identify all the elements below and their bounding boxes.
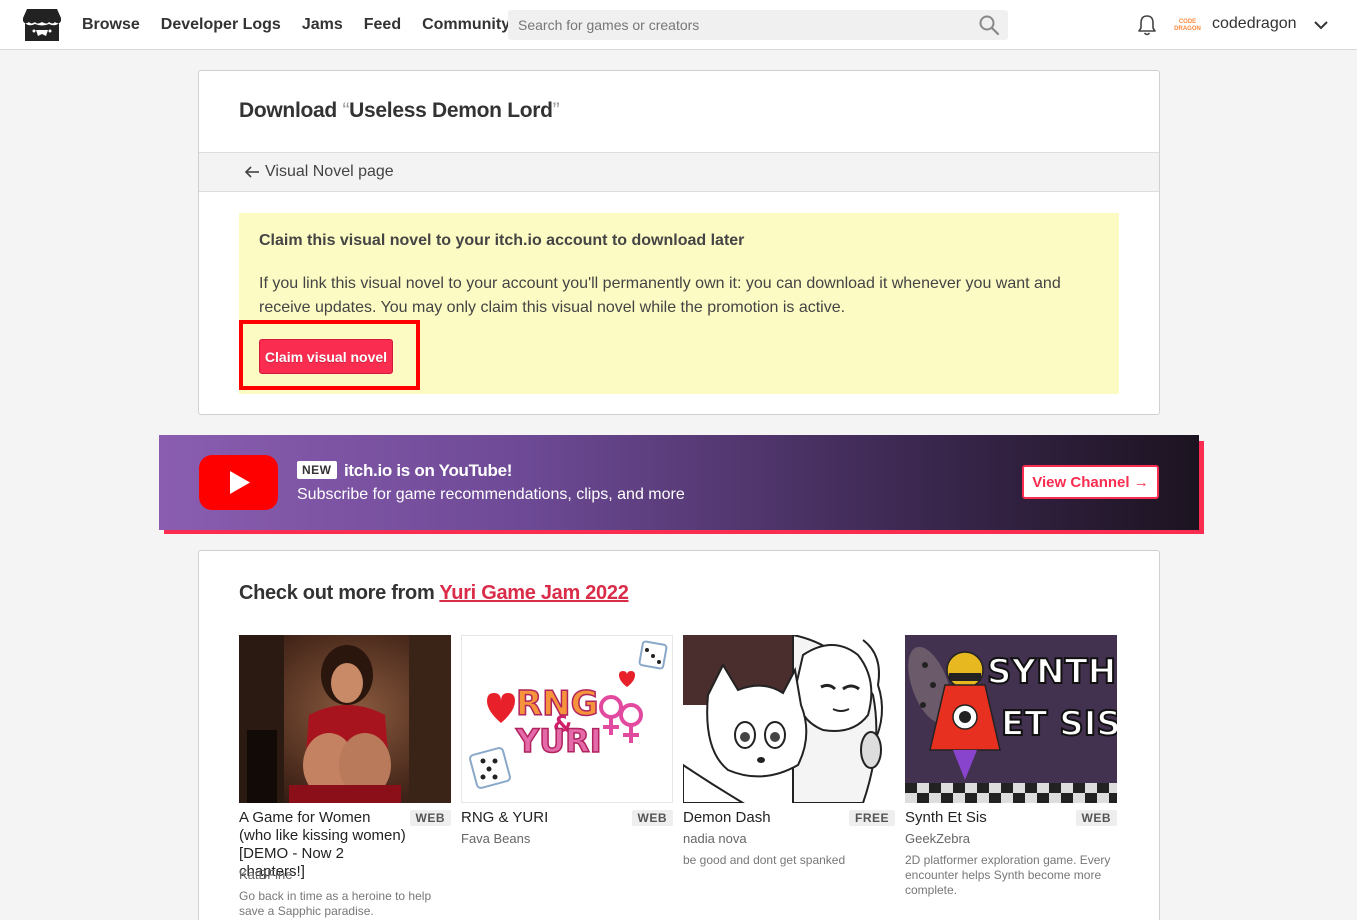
back-bar: Visual Novel page xyxy=(199,152,1159,192)
game-thumbnail[interactable]: RNG & YURI xyxy=(461,635,673,803)
banner-title: itch.io is on YouTube! xyxy=(344,461,513,480)
price-tag: FREE xyxy=(848,810,895,826)
nav-community[interactable]: Community xyxy=(422,16,510,34)
chevron-down-icon[interactable] xyxy=(1311,15,1331,35)
synth-logo-line2: ET SIS xyxy=(1001,704,1117,744)
banner-subtitle: Subscribe for game recommendations, clip… xyxy=(297,486,685,503)
game-thumbnail[interactable] xyxy=(683,635,895,803)
nav-browse[interactable]: Browse xyxy=(82,16,140,34)
claim-description: If you link this visual novel to your ac… xyxy=(259,275,1061,316)
youtube-banner[interactable]: NEW itch.io is on YouTube! Subscribe for… xyxy=(159,435,1199,530)
close-quote: ” xyxy=(552,99,560,122)
game-thumbnail[interactable] xyxy=(239,635,451,803)
arrow-left-icon[interactable] xyxy=(243,163,261,181)
youtube-logo-icon xyxy=(199,455,278,510)
download-card: Download “Useless Demon Lord” Visual Nov… xyxy=(198,70,1160,415)
page-title: Download “Useless Demon Lord” xyxy=(239,99,560,123)
nav-feed[interactable]: Feed xyxy=(364,16,401,34)
synth-logo-line1: SYNTH xyxy=(987,652,1116,692)
search-input[interactable] xyxy=(508,10,1008,40)
title-prefix: Download xyxy=(239,99,343,122)
game-cell: A Game for Women (who like kissing women… xyxy=(239,635,451,918)
platform-tag: WEB xyxy=(1075,810,1117,826)
claim-notice: Claim this visual novel to your itch.io … xyxy=(239,213,1119,394)
view-channel-button[interactable]: View Channel → xyxy=(1022,465,1159,499)
username[interactable]: codedragon xyxy=(1212,15,1297,33)
game-author[interactable]: KatBFine xyxy=(239,867,292,882)
game-cell: SYNTH ET SIS Synth Et Sis WEB GeekZebra … xyxy=(905,635,1117,897)
game-author[interactable]: GeekZebra xyxy=(905,831,970,846)
top-header: Browse Developer Logs Jams Feed Communit… xyxy=(0,0,1357,50)
game-author[interactable]: Fava Beans xyxy=(461,831,530,846)
more-heading-prefix: Check out more from xyxy=(239,582,440,604)
platform-tag: WEB xyxy=(409,810,451,826)
game-title[interactable]: Demon Dash xyxy=(683,809,851,827)
visual-novel-page-link[interactable]: Visual Novel page xyxy=(265,163,394,181)
game-thumbnail[interactable]: SYNTH ET SIS xyxy=(905,635,1117,803)
nav-developer-logs[interactable]: Developer Logs xyxy=(161,16,281,34)
main-nav: Browse Developer Logs Jams Feed Communit… xyxy=(82,0,531,50)
game-name: Useless Demon Lord xyxy=(349,99,553,122)
notification-bell-icon[interactable] xyxy=(1136,13,1158,37)
game-description: be good and dont get spanked xyxy=(683,853,846,867)
game-cell: RNG & YURI RNG & YURI WEB Fava Beans xyxy=(461,635,673,846)
claim-title: Claim this visual novel to your itch.io … xyxy=(259,232,745,249)
avatar-text-line2: DRAGON xyxy=(1174,25,1201,32)
yuri-logo-text: YURI xyxy=(515,722,602,760)
claim-visual-novel-button[interactable]: Claim visual novel xyxy=(259,339,393,374)
platform-tag: WEB xyxy=(631,810,673,826)
game-title[interactable]: RNG & YURI xyxy=(461,809,629,827)
game-author[interactable]: nadia nova xyxy=(683,831,747,846)
game-description: Go back in time as a heroine to help sav… xyxy=(239,889,432,918)
more-heading: Check out more from Yuri Game Jam 2022 xyxy=(239,582,629,605)
avatar-text-line1: CODE xyxy=(1178,18,1197,25)
more-from-jam-card: Check out more from Yuri Game Jam 2022 A… xyxy=(198,550,1160,920)
game-cell: Demon Dash FREE nadia nova be good and d… xyxy=(683,635,895,867)
user-avatar[interactable]: CODE DRAGON xyxy=(1174,12,1201,39)
nav-jams[interactable]: Jams xyxy=(302,16,343,34)
new-badge: NEW xyxy=(297,461,337,479)
search-icon[interactable] xyxy=(978,14,1000,36)
game-description: 2D platformer exploration game. Every en… xyxy=(905,853,1111,897)
jam-link[interactable]: Yuri Game Jam 2022 xyxy=(439,582,628,604)
itchio-logo-icon[interactable] xyxy=(22,6,62,44)
game-title[interactable]: Synth Et Sis xyxy=(905,809,1073,827)
